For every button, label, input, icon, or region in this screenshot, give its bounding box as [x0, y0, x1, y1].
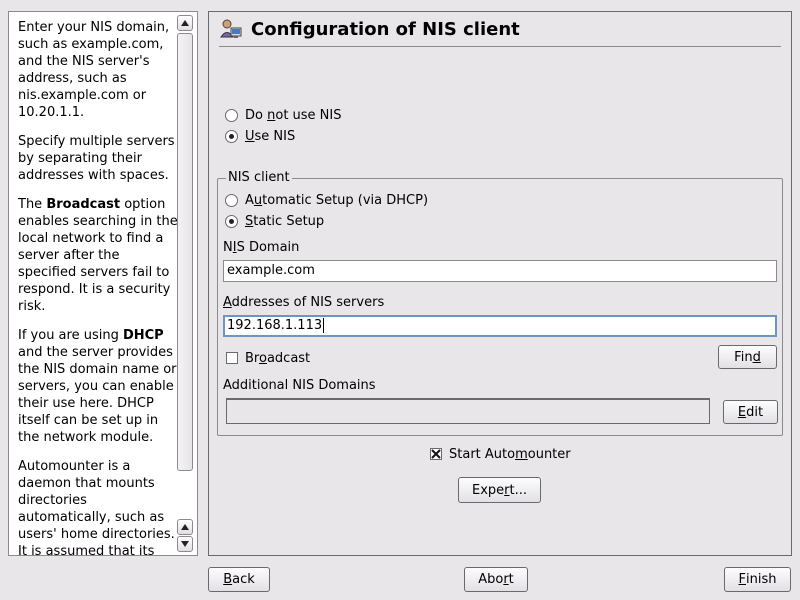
scroll-up-button[interactable] — [177, 15, 193, 31]
radio-button[interactable] — [225, 214, 238, 228]
radio-label: Do not use NIS — [245, 107, 342, 123]
radio-button[interactable] — [225, 108, 238, 122]
expert-button[interactable]: Expe r t... — [458, 477, 541, 503]
radio-label: Automatic Setup (via DHCP) — [245, 192, 429, 208]
automounter-label: Start Automounter — [449, 446, 571, 462]
nis-client-icon — [220, 19, 242, 38]
abort-button[interactable]: Abo r t — [464, 567, 528, 592]
radio-automatic-setup[interactable]: Automatic Setup (via DHCP) — [225, 191, 428, 209]
help-paragraph: The Broadcast option enables searching i… — [18, 197, 178, 314]
radio-use-nis[interactable]: Use NIS — [225, 127, 295, 145]
back-button[interactable]: Back — [208, 567, 270, 592]
page-title: Configuration of NIS client — [251, 18, 520, 40]
find-button[interactable]: Fin d — [718, 345, 777, 369]
nis-domain-label: NIS Domain — [223, 240, 300, 255]
scrollbar-track[interactable] — [177, 33, 193, 516]
broadcast-checkbox-row[interactable]: Broadcast — [226, 349, 310, 367]
check-icon — [431, 449, 441, 459]
arrow-up-icon — [181, 20, 189, 26]
radio-label: Use NIS — [245, 128, 296, 144]
title-row: Configuration of NIS client — [219, 16, 520, 42]
help-text: Enter your NIS domain, such as example.c… — [18, 19, 178, 556]
automounter-checkbox[interactable] — [430, 448, 442, 460]
nis-servers-label: Addresses of NIS servers — [223, 295, 385, 310]
broadcast-label: Broadcast — [245, 350, 311, 366]
main-panel: Configuration of NIS client Do not use N… — [208, 11, 792, 556]
broadcast-checkbox[interactable] — [226, 352, 238, 364]
scroll-down-button[interactable] — [177, 536, 193, 552]
automounter-checkbox-row[interactable]: Start Automounter — [430, 445, 571, 463]
help-paragraph: Specify multiple servers by separating t… — [18, 134, 175, 183]
nis-client-group: NIS client Automatic Setup (via DHCP) St… — [217, 170, 783, 436]
help-paragraph: Automounter is a daemon that mounts dire… — [18, 459, 175, 556]
radio-static-setup[interactable]: Static Setup — [225, 212, 324, 230]
title-divider — [219, 46, 781, 47]
radio-label: Static Setup — [245, 213, 325, 229]
edit-button[interactable]: Edit — [723, 400, 778, 424]
scrollbar-thumb[interactable] — [177, 33, 193, 471]
arrow-down-icon — [181, 541, 189, 547]
help-paragraph: If you are using DHCP and the server pro… — [18, 328, 177, 445]
help-scrollbar[interactable] — [177, 15, 194, 552]
help-paragraph: Enter your NIS domain, such as example.c… — [18, 20, 170, 120]
nis-servers-input[interactable]: 192.168.1.113 — [223, 315, 777, 337]
additional-domains-input[interactable] — [226, 398, 710, 424]
arrow-up-icon — [181, 524, 189, 530]
nis-domain-input[interactable]: example.com — [223, 260, 777, 282]
additional-domains-label: Additional NIS Domains — [223, 378, 376, 393]
help-panel: Enter your NIS domain, such as example.c… — [8, 11, 198, 556]
group-title: NIS client — [226, 170, 292, 186]
scroll-up-button-lower[interactable] — [177, 519, 193, 535]
finish-button[interactable]: Finish — [724, 567, 791, 592]
radio-button[interactable] — [225, 129, 238, 143]
radio-do-not-use-nis[interactable]: Do not use NIS — [225, 106, 342, 124]
radio-button[interactable] — [225, 193, 238, 207]
